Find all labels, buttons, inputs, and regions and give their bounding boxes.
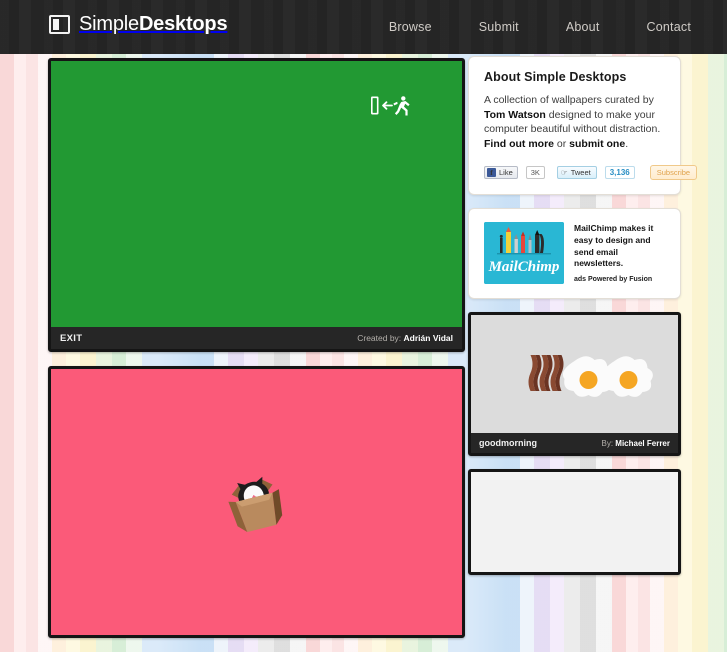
twitter-tweet-label: Tweet: [570, 168, 591, 178]
twitter-tweet-count: 3,136: [604, 166, 635, 180]
monitor-icon: [49, 15, 70, 34]
about-text-or: or: [554, 137, 570, 150]
site-logo[interactable]: SimpleDesktops: [49, 13, 228, 36]
wallpaper-thumb-author-name: Michael Ferrer: [615, 438, 670, 448]
page-body: EXIT Created by: Adrián Vidal About Simp…: [0, 54, 727, 638]
mailchimp-logo: MailChimp: [484, 222, 564, 285]
wallpaper-image-cat[interactable]: [51, 369, 462, 635]
site-logo-text: SimpleDesktops: [79, 13, 228, 36]
sidebar: About Simple Desktops A collection of wa…: [468, 56, 698, 588]
facebook-icon: f: [487, 168, 496, 178]
logo-word-desktops: Desktops: [138, 13, 228, 35]
about-panel: About Simple Desktops A collection of wa…: [468, 56, 698, 196]
about-text-end: .: [625, 137, 629, 150]
nav-item-about[interactable]: About: [566, 20, 600, 34]
about-curator-name: Tom Watson: [484, 108, 546, 121]
wallpaper-caption-exit: EXIT Created by: Adrián Vidal: [51, 327, 462, 349]
wallpaper-thumb-next[interactable]: [468, 469, 681, 576]
wallpaper-card-cat[interactable]: [48, 366, 465, 638]
nav-item-submit[interactable]: Submit: [479, 20, 519, 34]
wallpaper-thumb-goodmorning[interactable]: goodmorning By: Michael Ferrer: [468, 312, 681, 457]
advertisement[interactable]: MailChimp MailChimp makes it easy to des…: [484, 222, 665, 285]
emergency-exit-sign-icon: [371, 96, 410, 116]
about-submit-one-link[interactable]: submit one: [569, 138, 625, 150]
wallpaper-image-exit[interactable]: [51, 61, 462, 327]
wallpaper-author-name: Adrián Vidal: [403, 333, 453, 343]
about-text: A collection of wallpapers curated by To…: [484, 93, 665, 151]
advertisement-panel[interactable]: MailChimp MailChimp makes it easy to des…: [468, 208, 681, 300]
social-buttons: f Like 3K ☞ Tweet 3,136 Subscribe: [484, 165, 698, 181]
advertisement-copy: MailChimp makes it easy to design and se…: [574, 223, 654, 269]
about-heading: About Simple Desktops: [484, 70, 627, 84]
wallpaper-thumb-author: By: Michael Ferrer: [602, 439, 671, 448]
cat-in-box-icon: [227, 477, 282, 533]
wallpaper-thumb-image-next[interactable]: [471, 472, 678, 573]
wallpaper-list: EXIT Created by: Adrián Vidal: [48, 58, 465, 652]
wallpaper-author: Created by: Adrián Vidal: [357, 333, 453, 343]
wallpaper-author-label: Created by:: [357, 333, 402, 343]
wallpaper-card-exit[interactable]: EXIT Created by: Adrián Vidal: [48, 58, 465, 352]
wallpaper-thumb-image-goodmorning[interactable]: [471, 315, 678, 434]
nav-item-contact[interactable]: Contact: [647, 20, 691, 34]
wallpaper-thumb-title: goodmorning: [479, 438, 537, 449]
wallpaper-title: EXIT: [60, 332, 83, 344]
twitter-tweet-button[interactable]: ☞ Tweet: [556, 166, 597, 180]
facebook-like-count: 3K: [525, 166, 545, 180]
facebook-like-group: f Like: [484, 166, 518, 180]
twitter-bird-icon: ☞: [560, 168, 568, 178]
about-text-part-1: A collection of wallpapers curated by: [484, 94, 654, 106]
wallpaper-thumb-caption-goodmorning: goodmorning By: Michael Ferrer: [471, 433, 678, 454]
site-header: SimpleDesktops Browse Submit About Conta…: [0, 0, 727, 54]
advertisement-powered-by: ads Powered by Fusion: [574, 275, 653, 283]
mailchimp-logo-icon: MailChimp: [484, 222, 564, 285]
main-navigation: Browse Submit About Contact: [389, 20, 691, 34]
advertisement-text: MailChimp makes it easy to design and se…: [574, 222, 665, 282]
facebook-like-button[interactable]: f Like: [484, 166, 518, 180]
wallpaper-thumb-author-label: By:: [601, 438, 614, 448]
facebook-like-label: Like: [499, 168, 513, 178]
about-find-out-more-link[interactable]: Find out more: [484, 138, 554, 150]
bacon-and-eggs-icon: [474, 315, 675, 434]
subscribe-button[interactable]: Subscribe: [649, 165, 698, 181]
nav-item-browse[interactable]: Browse: [389, 20, 432, 34]
logo-word-simple: Simple: [79, 13, 139, 35]
svg-text:MailChimp: MailChimp: [488, 259, 560, 275]
